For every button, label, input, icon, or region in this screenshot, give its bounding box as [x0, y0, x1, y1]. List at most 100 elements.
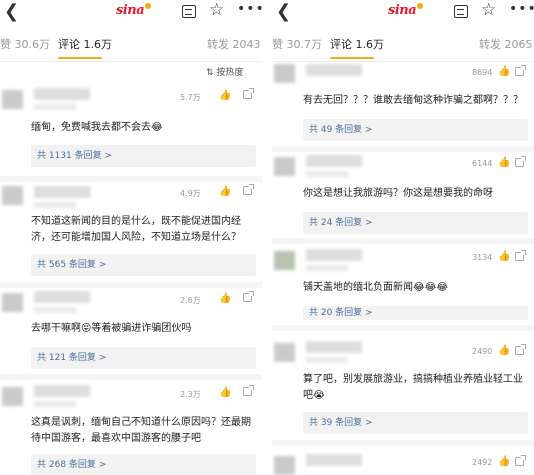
tab-reposts[interactable]: 转发 2043 [207, 36, 261, 52]
comment-text: 你这是想让我旅游吗？你这是想要我的命呀 [303, 188, 493, 199]
tab-bar: 赞 30.7万 评论 1.6万 转发 2065 [272, 28, 534, 62]
user-meta [306, 171, 348, 177]
tab-comments[interactable]: 评论 1.6万 [330, 36, 384, 52]
username[interactable] [306, 64, 362, 76]
like-count: 2.3万 [180, 390, 201, 399]
table-icon[interactable] [454, 5, 468, 18]
tab-likes[interactable]: 赞 30.7万 [272, 36, 322, 52]
comment-text: 缅甸，免费喊我去都不会去😂 [31, 122, 163, 133]
divider [272, 146, 534, 152]
comment-text: 算了吧，别发展旅游业，搞搞种植业养殖业轻工业吧😭 [303, 374, 523, 401]
view-replies-link[interactable]: 共 24 条回复 > [303, 212, 528, 234]
thumbs-up-icon[interactable]: 👍 [498, 456, 510, 467]
user-meta [34, 104, 76, 110]
tab-likes[interactable]: 赞 30.6万 [0, 36, 50, 52]
comment-item: 2.6万 👍 去哪干嘛啊😝等着被骗进诈骗团伙吗 共 121 条回复 > [0, 289, 262, 379]
sina-logo: sina [388, 3, 424, 18]
thumbs-up-icon[interactable]: 👍 [498, 157, 510, 168]
left-screenshot: ❮ sina ☆ ••• 赞 30.6万 评论 1.6万 转发 2043 ⇅ 按… [0, 0, 262, 475]
panel-gap [262, 0, 272, 475]
star-icon[interactable]: ☆ [209, 1, 224, 19]
thumbs-up-icon[interactable]: 👍 [219, 186, 231, 197]
comment-text: 这真是讽刺，缅甸自己不知道什么原因吗？还最期待中国游客，最喜欢中国游客的腰子吧 [31, 417, 251, 444]
avatar[interactable] [274, 343, 295, 362]
username[interactable] [306, 249, 362, 261]
view-replies-link[interactable]: 共 20 条回复 > [303, 306, 528, 320]
username[interactable] [306, 341, 362, 353]
thumbs-up-icon[interactable]: 👍 [219, 90, 231, 101]
comment-item: 6144 👍 你这是想让我旅游吗？你这是想要我的命呀 共 24 条回复 > [272, 153, 534, 241]
user-meta [306, 265, 348, 271]
avatar[interactable] [274, 456, 295, 475]
like-count: 6144 [472, 159, 493, 168]
share-icon[interactable] [515, 65, 526, 76]
like-count: 2490 [472, 347, 493, 356]
comment-item: 2492 👍 [272, 448, 534, 475]
share-icon[interactable] [243, 385, 254, 396]
star-icon[interactable]: ☆ [481, 1, 496, 19]
avatar[interactable] [2, 293, 23, 312]
view-replies-link[interactable]: 共 565 条回复 > [31, 254, 256, 276]
sort-icon: ⇅ [206, 68, 217, 78]
divider [272, 325, 534, 331]
comment-item: 2490 👍 算了吧，别发展旅游业，搞搞种植业养殖业轻工业吧😭 共 39 条回复… [272, 335, 534, 435]
more-icon[interactable]: ••• [237, 1, 262, 17]
comment-item: 8694 👍 有去无回？？？谁敢去缅甸这种诈骗之都啊？？？ 共 49 条回复 > [272, 64, 534, 142]
username[interactable] [306, 155, 362, 167]
tab-comments[interactable]: 评论 1.6万 [58, 36, 112, 52]
comment-item: 4.9万 👍 不知道这新闻的目的是什么，既不能促进国内经济，还可能增加国人风险，… [0, 182, 262, 282]
view-replies-link[interactable]: 共 49 条回复 > [303, 119, 528, 141]
sort-button[interactable]: ⇅ 按热度 [206, 65, 243, 78]
username[interactable] [306, 454, 362, 466]
avatar[interactable] [274, 251, 295, 270]
view-replies-link[interactable]: 共 268 条回复 > [31, 454, 256, 475]
top-bar: ❮ sina ☆ ••• [0, 0, 262, 26]
thumbs-up-icon[interactable]: 👍 [219, 387, 231, 398]
thumbs-up-icon[interactable]: 👍 [498, 251, 510, 262]
avatar[interactable] [2, 90, 23, 109]
share-icon[interactable] [243, 291, 254, 302]
thumbs-up-icon[interactable]: 👍 [498, 66, 510, 77]
username[interactable] [34, 186, 90, 198]
user-meta [34, 401, 76, 407]
thumbs-up-icon[interactable]: 👍 [219, 293, 231, 304]
username[interactable] [34, 385, 90, 397]
share-icon[interactable] [515, 344, 526, 355]
share-icon[interactable] [515, 156, 526, 167]
divider [272, 440, 534, 446]
table-icon[interactable] [182, 5, 196, 18]
like-count: 5.7万 [180, 93, 201, 102]
avatar[interactable] [2, 186, 23, 205]
tab-bar: 赞 30.6万 评论 1.6万 转发 2043 [0, 28, 262, 62]
avatar[interactable] [2, 387, 23, 406]
username[interactable] [34, 88, 90, 100]
username[interactable] [34, 291, 90, 303]
tab-reposts[interactable]: 转发 2065 [479, 36, 533, 52]
sort-label: 按热度 [216, 68, 244, 78]
like-count: 2492 [472, 458, 493, 467]
comment-item: 5.7万 👍 缅甸，免费喊我去都不会去😂 共 1131 条回复 > [0, 88, 262, 178]
back-arrow-icon[interactable]: ❮ [276, 3, 291, 21]
sina-logo: sina [116, 3, 152, 18]
share-icon[interactable] [243, 88, 254, 99]
avatar[interactable] [274, 157, 295, 176]
share-icon[interactable] [515, 455, 526, 466]
comment-text: 有去无回？？？谁敢去缅甸这种诈骗之都啊？？？ [303, 95, 523, 106]
like-count: 3134 [472, 253, 493, 262]
comment-item: 3134 👍 铺天盖地的缅北负面新闻😂😂😂 共 20 条回复 > [272, 245, 534, 325]
more-icon[interactable]: ••• [509, 1, 534, 17]
thumbs-up-icon[interactable]: 👍 [498, 345, 510, 356]
divider [0, 374, 262, 380]
comment-text: 不知道这新闻的目的是什么，既不能促进国内经济，还可能增加国人风险，不知道立场是什… [31, 216, 241, 243]
like-count: 8694 [472, 68, 493, 77]
share-icon[interactable] [243, 184, 254, 195]
avatar[interactable] [274, 64, 295, 83]
view-replies-link[interactable]: 共 39 条回复 > [303, 412, 528, 434]
share-icon[interactable] [515, 250, 526, 261]
tab-underline [330, 57, 374, 59]
back-arrow-icon[interactable]: ❮ [4, 3, 19, 21]
like-count: 2.6万 [180, 296, 201, 305]
view-replies-link[interactable]: 共 1131 条回复 > [31, 145, 256, 167]
comment-text: 铺天盖地的缅北负面新闻😂😂😂 [303, 282, 449, 293]
view-replies-link[interactable]: 共 121 条回复 > [31, 347, 256, 369]
